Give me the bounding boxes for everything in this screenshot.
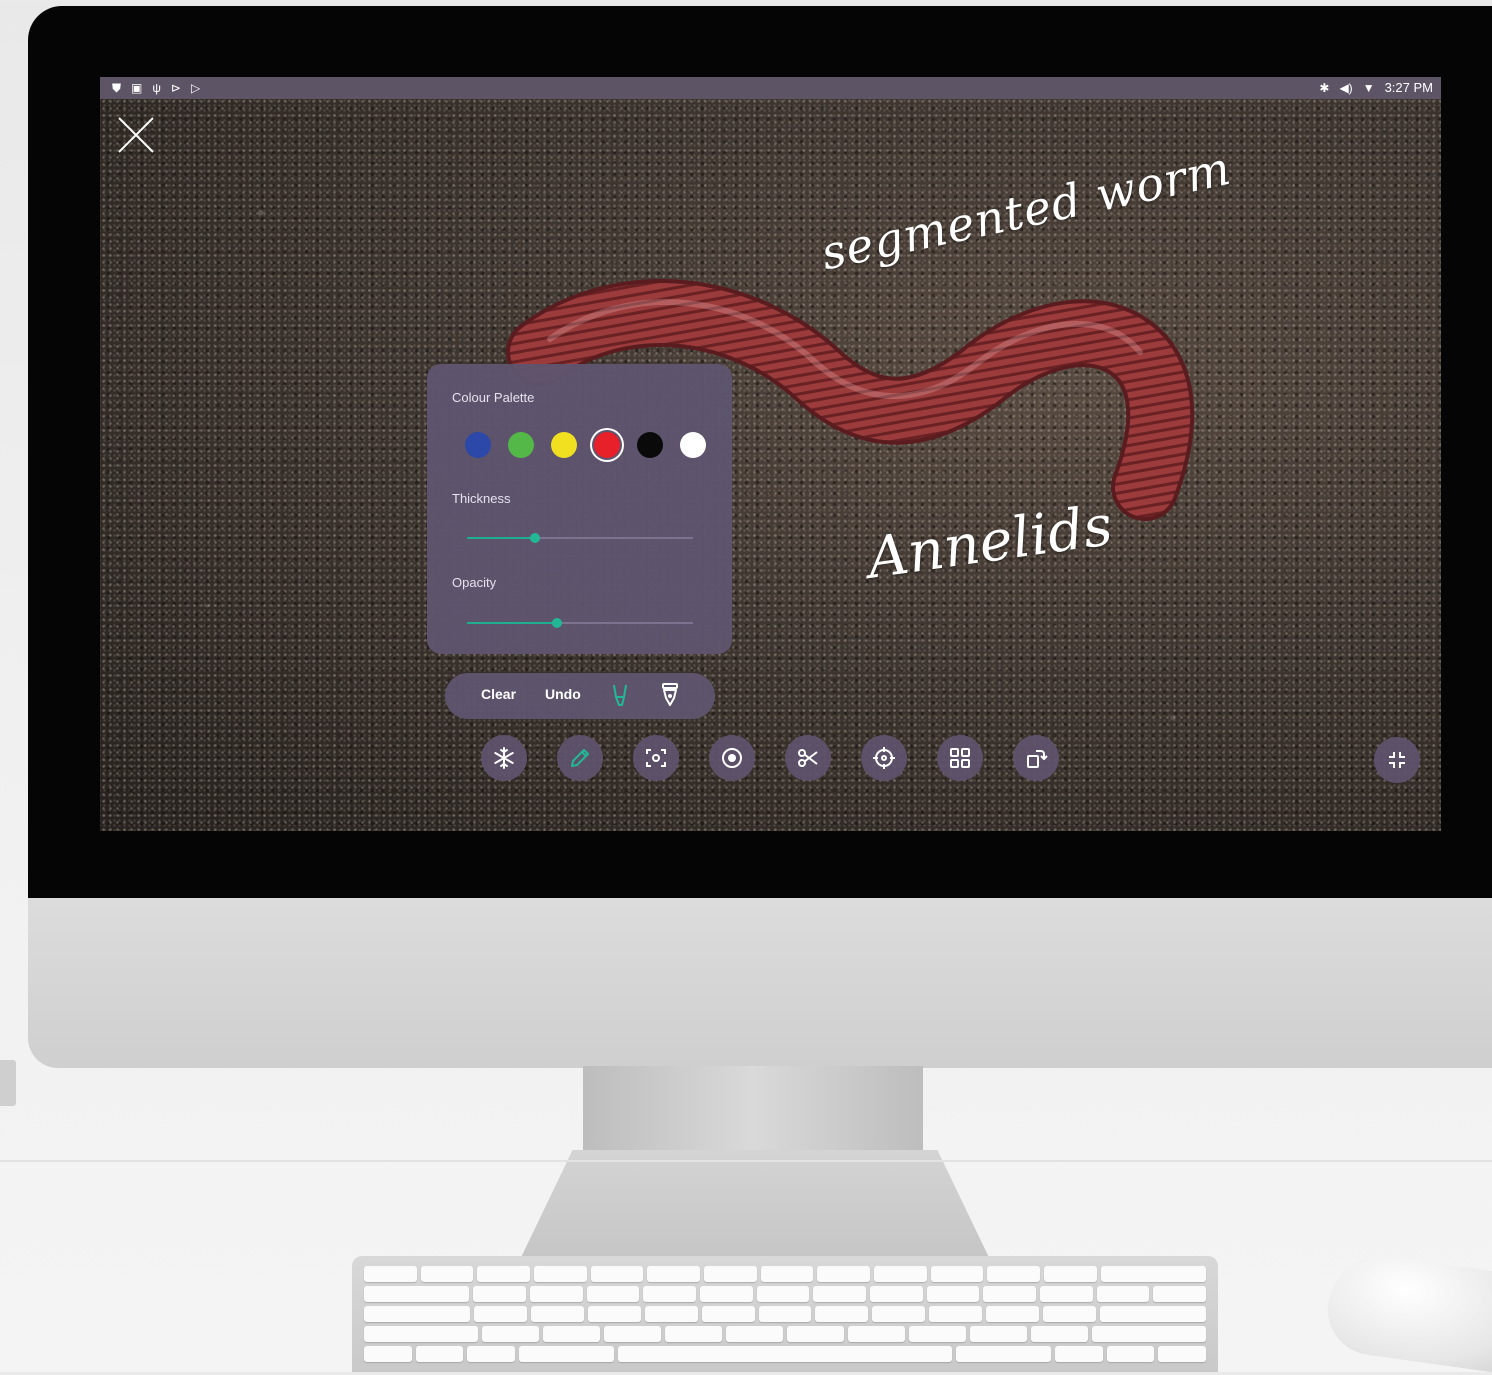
record-icon (722, 748, 742, 768)
freeze-button[interactable] (481, 735, 527, 781)
pen-icon (571, 749, 589, 767)
play-icon: ▷ (190, 81, 201, 95)
exit-fullscreen-icon (1389, 752, 1405, 768)
image-icon: ▣ (131, 81, 143, 95)
colour-palette-label: Colour Palette (452, 390, 535, 405)
earthworm-image (506, 279, 1195, 521)
status-bar: ⛊ ▣ ψ ⊳ ▷ ✱ ◀) ▼ 3:27 PM (100, 77, 1441, 99)
rotate-icon (1027, 750, 1048, 768)
close-icon[interactable] (116, 115, 156, 155)
swatch-black[interactable] (637, 432, 663, 458)
slider-thumb[interactable] (552, 618, 563, 628)
exit-fullscreen-button[interactable] (1374, 737, 1420, 783)
swatch-yellow[interactable] (551, 432, 577, 458)
bluetooth-icon: ✱ (1319, 81, 1330, 95)
wifi-icon: ▼ (1362, 81, 1375, 95)
usb-icon: ψ (152, 81, 161, 95)
cut-button[interactable] (785, 735, 831, 781)
play-store-icon: ⊳ (170, 81, 181, 95)
screenshot-button[interactable] (633, 735, 679, 781)
colour-swatches (465, 432, 706, 458)
layout-button[interactable] (937, 735, 983, 781)
opacity-slider[interactable] (467, 616, 693, 630)
monitor-chin (28, 898, 1492, 1068)
thickness-slider[interactable] (467, 531, 693, 545)
swatch-white[interactable] (680, 432, 706, 458)
status-time: 3:27 PM (1384, 80, 1433, 95)
keyboard (352, 1256, 1218, 1372)
swatch-blue[interactable] (465, 432, 491, 458)
clear-button[interactable]: Clear (481, 686, 516, 702)
spotlight-button[interactable] (861, 735, 907, 781)
slider-thumb[interactable] (529, 533, 540, 543)
drawing-action-bar: Clear Undo (445, 673, 715, 719)
spotlight-icon (873, 747, 895, 769)
mouse (1321, 1249, 1492, 1375)
opacity-label: Opacity (452, 575, 497, 590)
pen-button[interactable] (557, 735, 603, 781)
screenshot-icon (646, 749, 666, 767)
highlighter-icon[interactable] (607, 681, 633, 709)
rotate-button[interactable] (1013, 735, 1059, 781)
monitor-stand-base (515, 1150, 995, 1270)
record-button[interactable] (709, 735, 755, 781)
swatch-red[interactable] (594, 432, 620, 458)
screen: ⛊ ▣ ψ ⊳ ▷ ✱ ◀) ▼ 3:27 PM segmented worm … (100, 77, 1441, 831)
pen-nib-icon[interactable] (657, 681, 683, 709)
cut-icon (798, 749, 818, 767)
pen-settings-panel: Colour Palette Thickness Opacity (427, 364, 732, 654)
thickness-label: Thickness (452, 491, 511, 506)
freeze-icon (494, 747, 514, 769)
swatch-green[interactable] (508, 432, 534, 458)
undo-button[interactable]: Undo (545, 686, 581, 702)
volume-icon: ◀) (1339, 81, 1353, 95)
layout-icon (950, 748, 970, 768)
desk-edge (0, 1160, 1492, 1162)
shield-icon: ⛊ (112, 81, 122, 95)
desk-object (0, 1060, 16, 1106)
